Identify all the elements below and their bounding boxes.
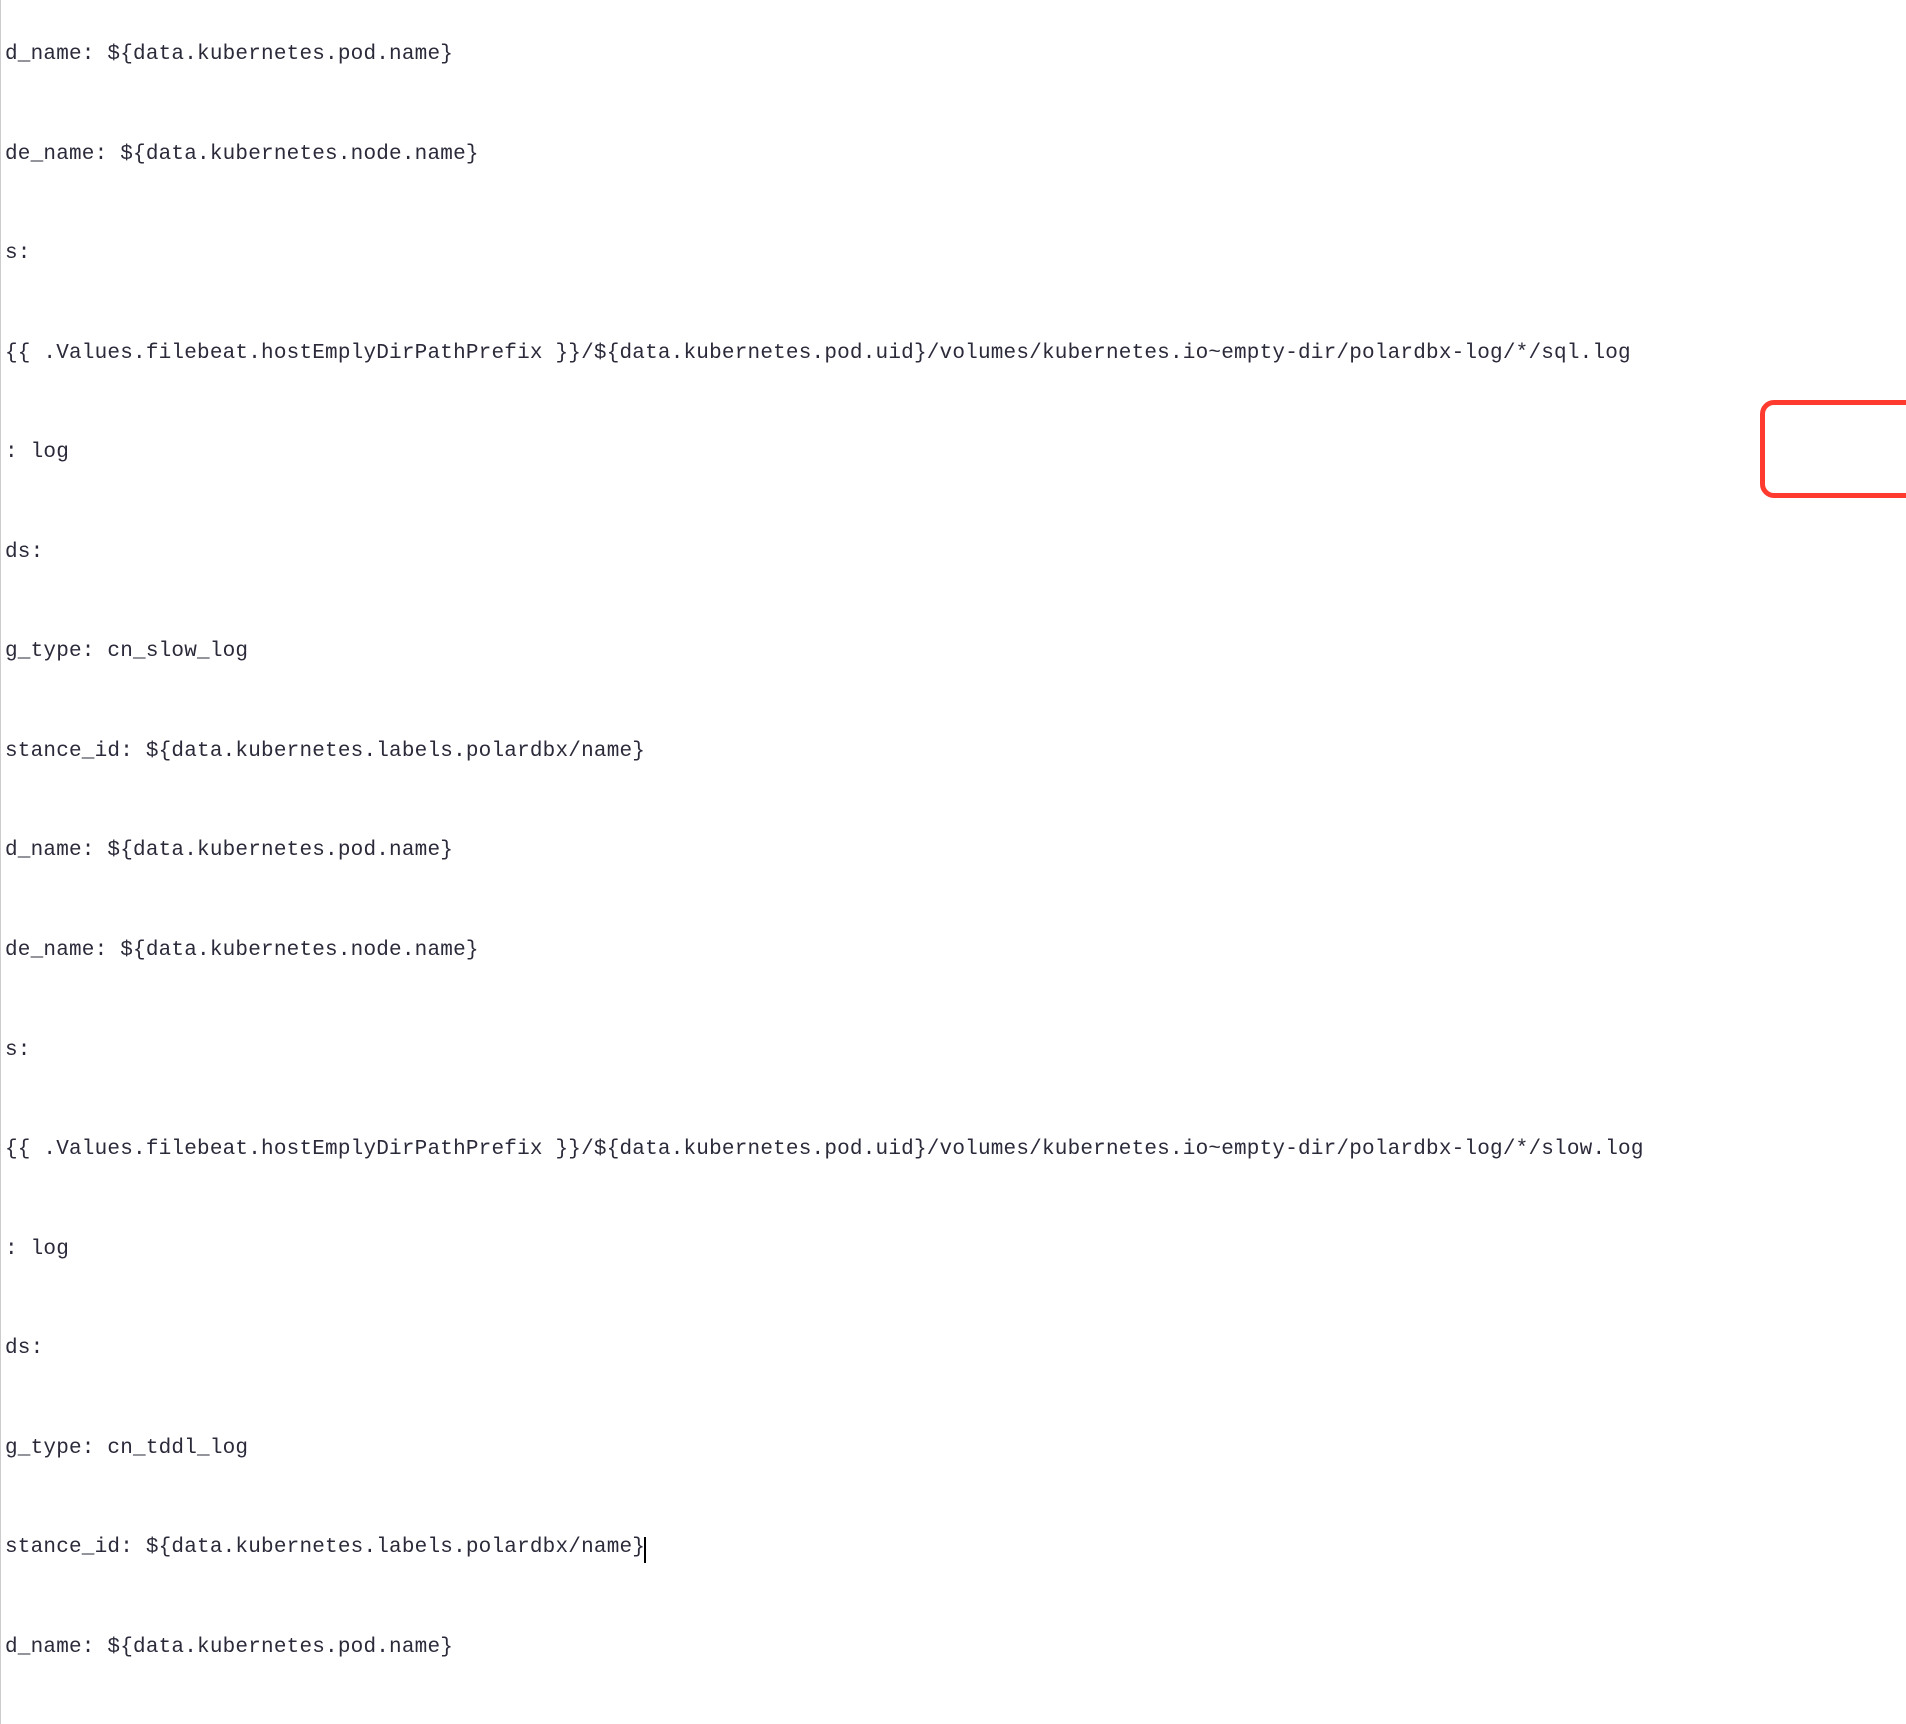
code-line: d_name: ${data.kubernetes.pod.name} [5,1631,1906,1664]
code-line: ds: [5,1332,1906,1365]
code-block[interactable]: d_name: ${data.kubernetes.pod.name} de_n… [0,0,1906,1724]
code-line: d_name: ${data.kubernetes.pod.name} [5,38,1906,71]
code-line: s: [5,237,1906,270]
code-line: ds: [5,536,1906,569]
code-line: g_type: cn_tddl_log [5,1432,1906,1465]
code-line: de_name: ${data.kubernetes.node.name} [5,934,1906,967]
code-line-with-cursor: stance_id: ${data.kubernetes.labels.pola… [5,1531,1906,1564]
code-line: : log [5,1233,1906,1266]
code-line: stance_id: ${data.kubernetes.labels.pola… [5,735,1906,768]
code-line: g_type: cn_slow_log [5,635,1906,668]
text-cursor [644,1537,646,1563]
code-line: de_name: ${data.kubernetes.node.name} [5,138,1906,171]
code-line: s: [5,1034,1906,1067]
code-line: {{ .Values.filebeat.hostEmplyDirPathPref… [5,337,1906,370]
code-line: {{ .Values.filebeat.hostEmplyDirPathPref… [5,1133,1906,1166]
code-line: d_name: ${data.kubernetes.pod.name} [5,834,1906,867]
code-line: : log [5,436,1906,469]
